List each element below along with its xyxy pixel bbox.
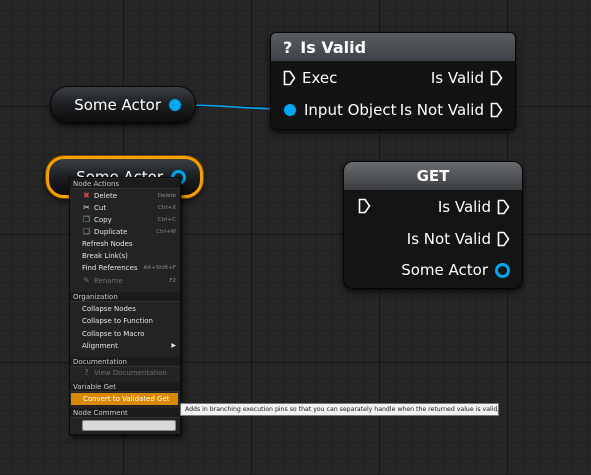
shortcut-label: F2	[169, 278, 176, 284]
submenu-arrow-icon: ▶	[171, 342, 176, 349]
menu-item-collapse-to-macro[interactable]: Collapse to Macro	[70, 328, 180, 340]
node-comment-input[interactable]	[82, 420, 176, 431]
menu-item-label: Delete	[94, 192, 117, 200]
menu-item-delete[interactable]: ✖ Delete Delete	[70, 190, 180, 202]
menu-item-collapse-nodes[interactable]: Collapse Nodes	[70, 303, 180, 315]
delete-icon: ✖	[83, 191, 90, 200]
node-title: GET	[344, 162, 522, 190]
menu-item-label: Break Link(s)	[82, 252, 128, 260]
section-variable-get: Variable Get	[70, 382, 180, 392]
menu-item-label: Cut	[94, 204, 107, 212]
menu-item-label: Convert to Validated Get	[83, 395, 170, 403]
rename-icon: ✎	[83, 276, 90, 285]
is-not-valid-label: Is Not Valid	[406, 230, 491, 248]
object-output-pin[interactable]	[495, 262, 510, 278]
menu-item-collapse-to-function[interactable]: Collapse to Function	[70, 315, 180, 327]
node-title: Is Valid	[300, 37, 367, 57]
some-actor-label: Some Actor	[401, 261, 488, 279]
exec-label: Exec	[302, 69, 338, 87]
menu-item-refresh-nodes[interactable]: Refresh Nodes	[70, 238, 180, 250]
menu-item-label: Collapse to Macro	[82, 330, 145, 338]
shortcut-label: Delete	[157, 193, 176, 199]
menu-item-copy[interactable]: ❐ Copy Ctrl+C	[70, 214, 180, 226]
cut-icon: ✂	[83, 203, 90, 212]
exec-input-pin-icon[interactable]	[283, 70, 296, 86]
question-icon: ?	[283, 37, 293, 57]
input-object-pin[interactable]	[284, 104, 296, 116]
menu-item-view-documentation[interactable]: ? View Documentation	[70, 367, 180, 379]
input-object-label: Input Object	[304, 101, 397, 119]
shortcut-label: Ctrl+C	[157, 217, 176, 223]
shortcut-label: Ctrl+W	[156, 229, 176, 235]
section-organization: Organization	[70, 292, 180, 302]
menu-item-alignment[interactable]: Alignment ▶	[70, 340, 180, 352]
section-node-actions: Node Actions	[70, 179, 180, 189]
exec-output-pin-icon[interactable]	[497, 199, 510, 215]
node-context-menu: Node Actions ✖ Delete Delete ✂ Cut Ctrl+…	[69, 177, 181, 435]
menu-item-break-links[interactable]: Break Link(s)	[70, 250, 180, 262]
is-valid-label: Is Valid	[430, 69, 484, 87]
menu-item-label: Collapse to Function	[82, 317, 153, 325]
tooltip: Adds in branching execution pins so that…	[180, 403, 499, 416]
exec-output-pin-icon[interactable]	[490, 102, 503, 118]
menu-item-label: Rename	[94, 277, 123, 285]
validated-get-node[interactable]: GET Is Valid Is Not Valid Some Actor	[343, 161, 523, 289]
is-not-valid-label: Is Not Valid	[399, 101, 484, 119]
menu-item-duplicate[interactable]: ❏ Duplicate Ctrl+W	[70, 226, 180, 238]
exec-output-pin-icon[interactable]	[490, 70, 503, 86]
help-icon: ?	[84, 368, 89, 377]
menu-item-rename[interactable]: ✎ Rename F2	[70, 275, 180, 287]
section-documentation: Documentation	[70, 357, 180, 367]
object-output-pin[interactable]	[169, 99, 181, 111]
menu-item-label: Collapse Nodes	[82, 305, 136, 313]
section-node-comment: Node Comment	[70, 408, 180, 418]
is-valid-label: Is Valid	[437, 198, 491, 216]
menu-item-convert-to-validated-get[interactable]: Convert to Validated Get	[71, 393, 178, 405]
shortcut-label: Ctrl+X	[157, 205, 176, 211]
menu-item-cut[interactable]: ✂ Cut Ctrl+X	[70, 202, 180, 214]
exec-output-pin-icon[interactable]	[497, 231, 510, 247]
duplicate-icon: ❏	[82, 227, 91, 236]
menu-item-label: Duplicate	[94, 228, 128, 236]
menu-item-label: Find References	[82, 264, 138, 272]
node-label: Some Actor	[74, 96, 161, 114]
some-actor-node[interactable]: Some Actor	[50, 86, 196, 124]
menu-item-label: Alignment	[82, 342, 118, 350]
node-header: ? Is Valid	[271, 33, 515, 61]
is-valid-node[interactable]: ? Is Valid Exec Is Valid Input Object Is…	[270, 32, 516, 130]
copy-icon: ❐	[82, 215, 91, 224]
menu-item-label: Refresh Nodes	[82, 240, 133, 248]
menu-item-find-references[interactable]: Find References Alt+Shift+F	[70, 262, 180, 274]
exec-input-pin-icon[interactable]	[358, 198, 371, 214]
menu-item-label: Copy	[94, 216, 112, 224]
shortcut-label: Alt+Shift+F	[143, 265, 176, 271]
menu-item-label: View Documentation	[94, 369, 167, 377]
